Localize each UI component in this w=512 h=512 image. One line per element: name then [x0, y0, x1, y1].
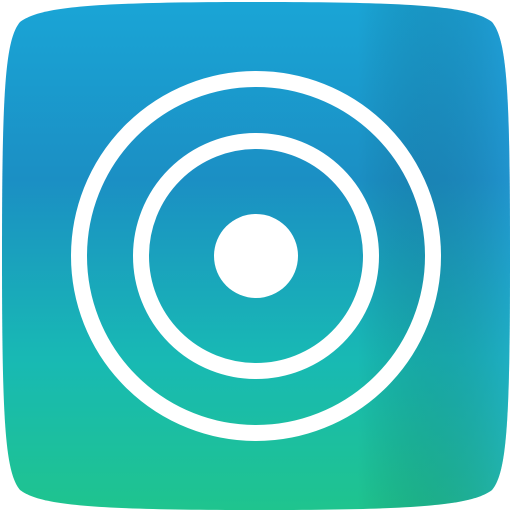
app-icon[interactable] — [2, 2, 510, 510]
target-center-dot — [214, 214, 298, 298]
app-icon-canvas — [0, 0, 512, 512]
app-icon-graphic — [2, 2, 510, 510]
